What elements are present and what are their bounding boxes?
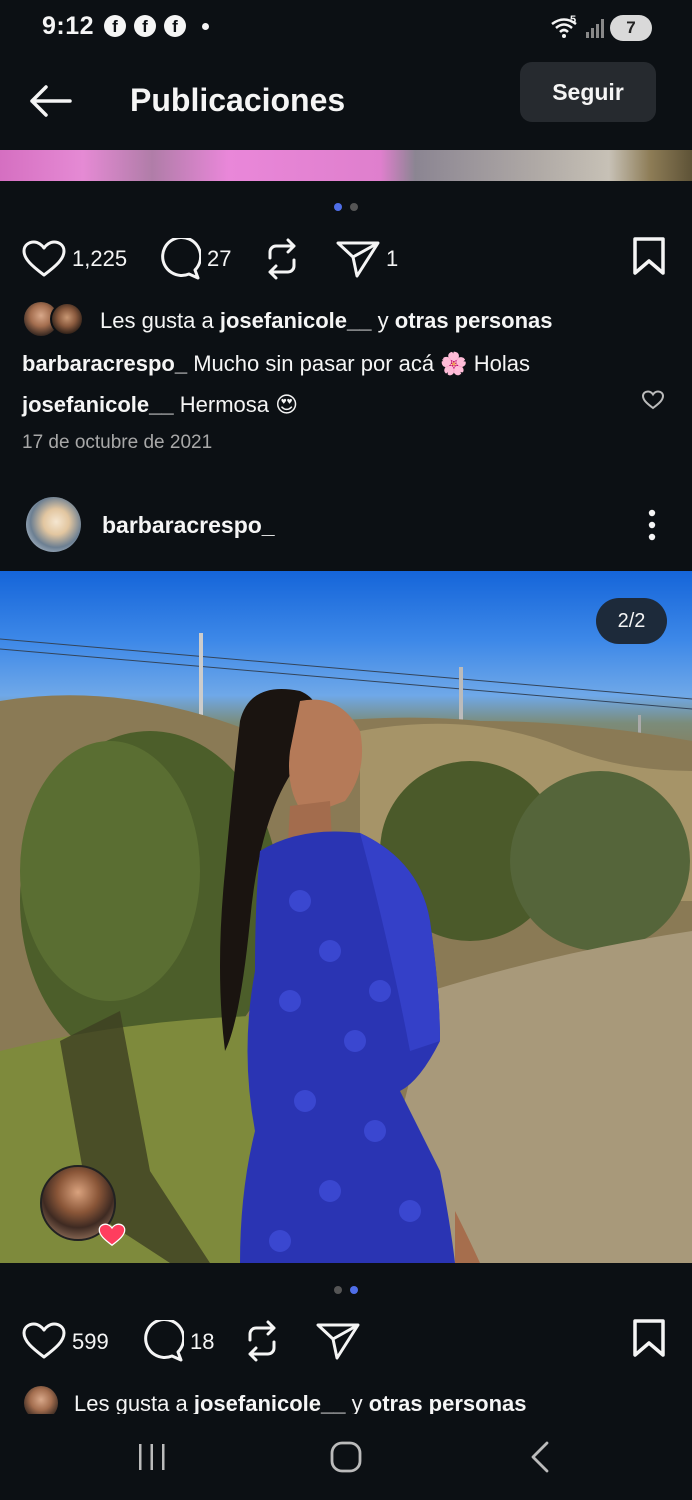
bookmark-icon[interactable] xyxy=(632,236,666,276)
share-count[interactable]: 1 xyxy=(386,246,398,272)
comment-count[interactable]: 27 xyxy=(207,246,231,272)
facebook-notification-icon: f xyxy=(134,15,156,37)
heart-icon[interactable] xyxy=(22,240,66,278)
facebook-notification-icon: f xyxy=(104,15,126,37)
carousel-dot xyxy=(334,1286,342,1294)
battery-badge: 7 xyxy=(610,15,652,41)
post-author-avatar[interactable] xyxy=(26,497,81,552)
status-bar: 9:12 f f f 5 7 xyxy=(0,0,692,56)
network-label: 5 xyxy=(570,14,577,26)
like-count[interactable]: 1,225 xyxy=(72,246,127,272)
recent-apps-icon[interactable] xyxy=(136,1442,168,1472)
send-icon[interactable] xyxy=(316,1321,360,1361)
comment-icon[interactable] xyxy=(157,238,201,280)
liked-by-text: Les gusta a josefanicole__ y otras perso… xyxy=(100,308,553,334)
carousel-dot-active xyxy=(334,203,342,211)
carousel-dot-active xyxy=(350,1286,358,1294)
caption: barbaracrespo_ Mucho sin pasar por acá 🌸… xyxy=(22,351,530,377)
liked-by-prefix: Les gusta a xyxy=(100,308,214,333)
send-icon[interactable] xyxy=(336,239,380,279)
more-notifications-dot xyxy=(202,23,209,30)
liker-avatar[interactable] xyxy=(24,1386,58,1414)
comment-username[interactable]: josefanicole__ xyxy=(22,392,174,417)
follow-button[interactable]: Seguir xyxy=(520,62,656,122)
back-arrow-icon[interactable] xyxy=(28,84,72,118)
post-image-partial[interactable] xyxy=(0,150,692,181)
back-icon[interactable] xyxy=(528,1440,552,1474)
like-count[interactable]: 599 xyxy=(72,1329,109,1355)
liked-by-others-link[interactable]: otras personas xyxy=(395,308,553,333)
bookmark-icon[interactable] xyxy=(632,1318,666,1358)
post-author-username[interactable]: barbaracrespo_ xyxy=(102,512,275,539)
liked-by-row: Les gusta a josefanicole__ y otras perso… xyxy=(0,1380,692,1414)
wifi-signal-icon xyxy=(551,18,604,38)
more-icon[interactable] xyxy=(644,508,660,542)
comment: josefanicole__ Hermosa 😍 xyxy=(22,392,298,418)
post-image[interactable] xyxy=(0,571,692,1263)
liked-by-connector: y xyxy=(377,308,389,333)
comment-text: Hermosa 😍 xyxy=(179,392,299,417)
repost-icon[interactable] xyxy=(242,1320,282,1362)
post-photo xyxy=(0,633,692,1263)
heart-icon[interactable] xyxy=(22,1322,66,1360)
liked-by-others-link[interactable]: otras personas xyxy=(369,1391,527,1414)
caption-username[interactable]: barbaracrespo_ xyxy=(22,351,187,376)
image-counter: 2/2 xyxy=(596,598,667,644)
heart-reaction-icon xyxy=(98,1223,126,1246)
repost-icon[interactable] xyxy=(262,238,302,280)
comment-count[interactable]: 18 xyxy=(190,1329,214,1355)
comment-icon[interactable] xyxy=(140,1320,184,1362)
liked-by-connector: y xyxy=(351,1391,363,1414)
status-time: 9:12 xyxy=(42,12,95,40)
liker-avatar[interactable] xyxy=(50,302,84,336)
liked-by-prefix: Les gusta a xyxy=(74,1391,188,1414)
facebook-notification-icon: f xyxy=(164,15,186,37)
liked-by-text: Les gusta a josefanicole__ y otras perso… xyxy=(74,1391,527,1414)
home-icon[interactable] xyxy=(329,1440,363,1474)
liked-by-user-link[interactable]: josefanicole__ xyxy=(220,308,372,333)
page-title: Publicaciones xyxy=(130,82,346,118)
caption-text: Mucho sin pasar por acá 🌸 Holas xyxy=(193,351,530,376)
comment-like-heart-icon[interactable] xyxy=(642,390,664,410)
post-date: 17 de octubre de 2021 xyxy=(22,432,213,453)
carousel-dot xyxy=(350,203,358,211)
system-navigation-bar xyxy=(0,1418,692,1500)
liked-by-user-link[interactable]: josefanicole__ xyxy=(194,1391,346,1414)
